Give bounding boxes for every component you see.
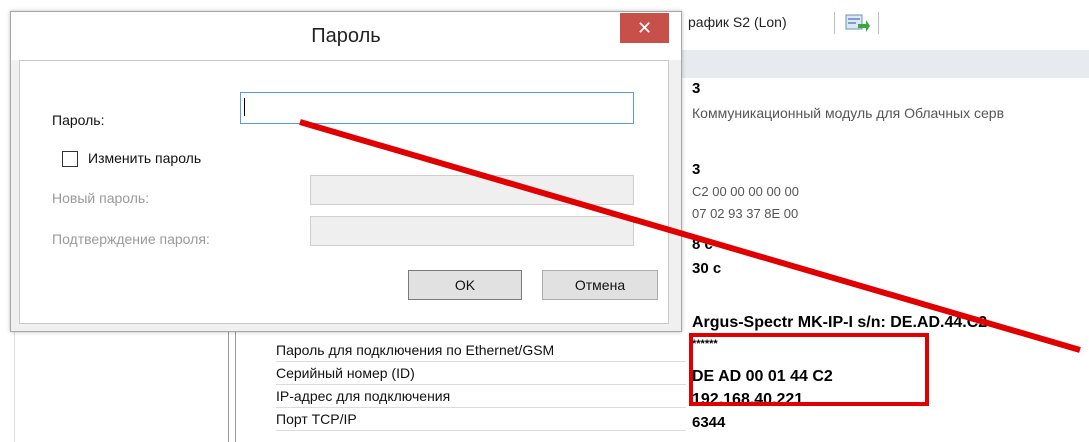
annotation-highlight-box <box>689 333 929 406</box>
annotation-line <box>299 119 1081 353</box>
